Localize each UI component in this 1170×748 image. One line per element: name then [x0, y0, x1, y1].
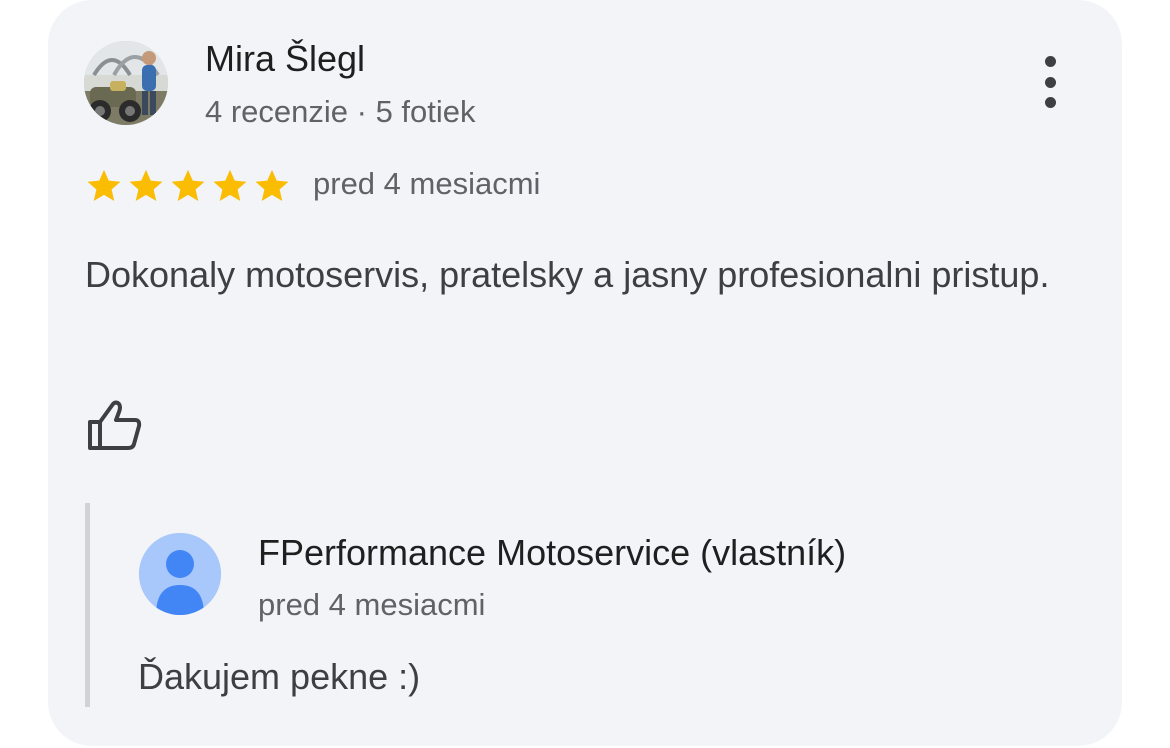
star-icon [213, 169, 247, 202]
reviewer-photo [84, 41, 168, 125]
reviewer-avatar[interactable] [84, 41, 168, 125]
reviewer-meta: 4 recenzie · 5 fotiek [205, 94, 476, 129]
review-text: Dokonaly motoservis, pratelsky a jasny p… [85, 254, 1050, 295]
reply-text: Ďakujem pekne :) [138, 656, 421, 697]
star-icon [255, 169, 289, 202]
star-rating [84, 167, 292, 205]
star-icon [129, 169, 163, 202]
owner-avatar [139, 533, 221, 615]
reply-divider [85, 503, 90, 707]
like-button[interactable] [86, 398, 144, 454]
more-vert-icon [1044, 56, 1056, 67]
owner-name: FPerformance Motoservice (vlastník) [258, 532, 847, 573]
thumb-up-icon [88, 400, 142, 450]
more-vert-dot [1044, 97, 1056, 108]
reviewer-name[interactable]: Mira Šlegl [205, 38, 365, 80]
star-icon [171, 169, 205, 202]
reply-time: pred 4 mesiacmi [258, 587, 486, 622]
review-time: pred 4 mesiacmi [313, 166, 541, 201]
default-person-avatar-icon [139, 533, 221, 615]
more-options-button[interactable] [1030, 52, 1070, 112]
more-vert-dot [1044, 76, 1056, 88]
star-icon [87, 169, 121, 202]
